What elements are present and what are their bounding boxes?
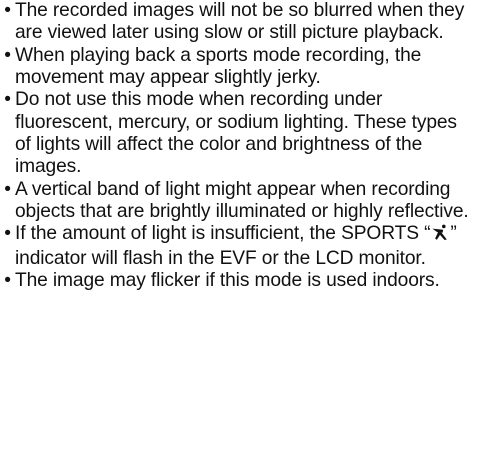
bullet-text: The image may flicker if this mode is us… [15, 270, 440, 292]
bullet-dot: • [4, 178, 11, 200]
bullet-dot: • [4, 89, 11, 111]
bullet-dot: • [4, 270, 11, 292]
manual-page: • The recorded images will not be so blu… [0, 0, 479, 454]
bullet-text: A vertical band of light might appear wh… [15, 178, 469, 223]
list-item: • Do not use this mode when recording un… [0, 89, 475, 178]
list-item: • When playing back a sports mode record… [0, 45, 475, 90]
bullet-list: • The recorded images will not be so blu… [0, 0, 475, 292]
bullet-dot: • [4, 44, 11, 66]
list-item: • The recorded images will not be so blu… [0, 0, 475, 45]
list-item: • The image may flicker if this mode is … [0, 270, 475, 292]
bullet-dot: • [4, 0, 11, 21]
text-before-icon: If the amount of light is insufficient, … [15, 223, 431, 245]
list-item: • If the amount of light is insufficient… [0, 223, 475, 270]
bullet-text: When playing back a sports mode recordin… [15, 44, 422, 89]
list-item: • A vertical band of light might appear … [0, 179, 475, 224]
bullet-dot: • [4, 223, 11, 245]
bullet-text: The recorded images will not be so blurr… [15, 0, 465, 44]
bullet-text: Do not use this mode when recording unde… [15, 89, 457, 178]
bullet-text: If the amount of light is insufficient, … [15, 223, 475, 270]
sports-runner-icon [431, 224, 449, 247]
